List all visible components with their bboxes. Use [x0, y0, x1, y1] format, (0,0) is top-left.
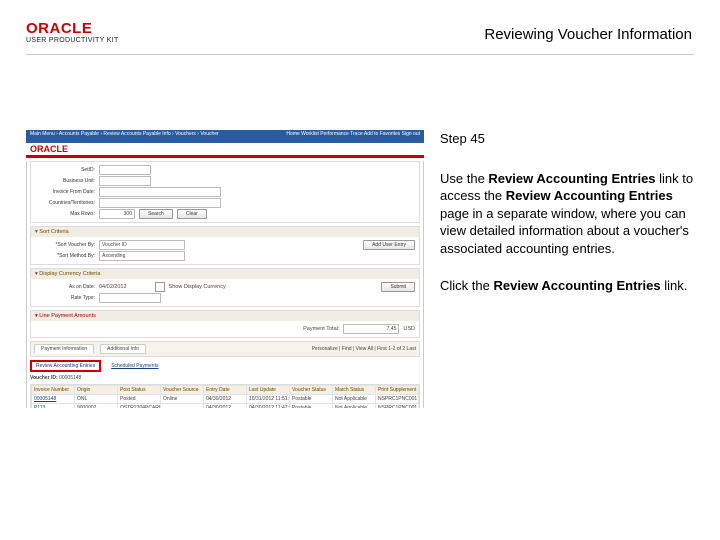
show-display-currency-checkbox[interactable]: [155, 282, 165, 292]
p1-text-a: Use the: [440, 171, 488, 186]
label-rate-type: Rate Type:: [35, 295, 95, 301]
voucher-id-value: 00005148: [59, 375, 81, 381]
cell-last-update: 10/31/2012 11:51:17AM: [247, 395, 290, 404]
line-payment-header[interactable]: ▾ Line Payment Amounts: [31, 311, 419, 321]
label-sort-method: *Sort Method By:: [35, 253, 95, 259]
max-rows-input[interactable]: 300: [99, 209, 135, 219]
tab-additional-info[interactable]: Additional Info: [100, 344, 146, 354]
label-countries: Countries/Territories:: [35, 200, 95, 206]
grid-nav[interactable]: Personalize | Find | View All | First 1-…: [312, 346, 416, 352]
col-voucher-source: Voucher Source: [161, 386, 204, 395]
top-links: Home Worklist Performance Trace Add to F…: [286, 131, 420, 137]
label-invoice-from: Invoice From Date:: [35, 189, 95, 195]
as-on-date-val: 04/02/2012: [99, 284, 127, 290]
cell-voucher-status: Postable: [290, 395, 333, 404]
display-currency-section: ▾ Display Currency Criteria As on Date: …: [30, 268, 420, 307]
payment-total-currency: USD: [403, 326, 415, 332]
cell-entry-date: 04/30/2012: [204, 404, 247, 409]
display-currency-header[interactable]: ▾ Display Currency Criteria: [31, 269, 419, 279]
col-entry-date: Entry Date: [204, 386, 247, 395]
label-payment-total: Payment Total:: [303, 326, 339, 332]
cell-match-status: Not Applicable: [333, 404, 376, 409]
cell-source: Online: [161, 395, 204, 404]
voucher-id-row: Voucher ID: 00005148: [30, 375, 420, 381]
table-row[interactable]: 00005148 ONL Posted Online 04/30/2012 10…: [32, 395, 419, 404]
col-voucher-status: Voucher Status: [290, 386, 333, 395]
add-user-entry-button[interactable]: Add User Entry: [363, 240, 415, 250]
breadcrumb: Main Menu › Accounts Payable › Review Ac…: [30, 131, 219, 137]
review-accounting-entries-link[interactable]: Review Accounting Entries: [30, 360, 101, 372]
oracle-brand: ORACLE USER PRODUCTIVITY KIT: [26, 20, 119, 44]
brand-sub: USER PRODUCTIVITY KIT: [26, 37, 119, 44]
sort-criteria-section: ▾ Sort Criteria *Sort Voucher By: Vouche…: [30, 226, 420, 265]
business-unit-input[interactable]: [99, 176, 151, 186]
line-payment-section: ▾ Line Payment Amounts Payment Total: 7.…: [30, 310, 420, 338]
cell-voucher-status: Postable: [290, 404, 333, 409]
app-screenshot: Main Menu › Accounts Payable › Review Ac…: [26, 130, 424, 408]
cell-invoice[interactable]: 00005148: [32, 395, 75, 404]
sort-method-select[interactable]: Ascending: [99, 251, 185, 261]
cell-post-status: OSTR2304PCARD: [118, 404, 161, 409]
instructions-column: Step 45 Use the Review Accounting Entrie…: [440, 130, 696, 315]
scheduled-payments-link[interactable]: Scheduled Payments: [111, 363, 158, 369]
col-match-status: Match Status: [333, 386, 376, 395]
oracle-bar: ORACLE: [26, 143, 424, 155]
tab-payment-info[interactable]: Payment Information: [34, 344, 94, 354]
label-setid: SetID:: [35, 167, 95, 173]
sort-by-select[interactable]: Voucher ID: [99, 240, 185, 250]
col-print-supplement: Print Supplement: [376, 386, 419, 395]
label-voucher-id: Voucher ID:: [30, 375, 58, 381]
submit-button[interactable]: Submit: [381, 282, 415, 292]
payment-total-val: 7.45: [343, 324, 399, 334]
sort-criteria-header[interactable]: ▾ Sort Criteria: [31, 227, 419, 237]
cell-origin: ONL: [75, 395, 118, 404]
brand-main: ORACLE: [26, 20, 119, 37]
col-post-status: Post Status: [118, 386, 161, 395]
cell-entry-date: 04/30/2012: [204, 395, 247, 404]
col-origin: Origin: [75, 386, 118, 395]
label-max-rows: Max Rows:: [35, 211, 95, 217]
clear-button[interactable]: Clear: [177, 209, 207, 219]
p2-text-c: link.: [661, 278, 688, 293]
search-criteria-section: SetID: Business Unit: Invoice From Date:…: [30, 161, 420, 223]
red-separator-bar: [26, 155, 424, 158]
page-title: Reviewing Voucher Information: [484, 26, 692, 43]
cell-origin: 9000002: [75, 404, 118, 409]
p2-bold-b: Review Accounting Entries: [493, 278, 660, 293]
label-business-unit: Business Unit:: [35, 178, 95, 184]
tabs-row: Payment Information Additional Info Pers…: [30, 341, 420, 357]
countries-input[interactable]: [99, 198, 221, 208]
cell-print-supp: NSPRC1PNC001: [376, 404, 419, 409]
rate-type-input[interactable]: [99, 293, 161, 303]
instruction-paragraph-1: Use the Review Accounting Entries link t…: [440, 170, 696, 258]
label-show-display-currency: Show Display Currency: [169, 284, 226, 290]
search-button[interactable]: Search: [139, 209, 173, 219]
label-sort-by: *Sort Voucher By:: [35, 242, 95, 248]
cell-post-status: Posted: [118, 395, 161, 404]
table-row[interactable]: P113 9000002 OSTR2304PCARD 04/30/2012 04…: [32, 404, 419, 409]
p1-bold-d: Review Accounting Entries: [506, 188, 673, 203]
voucher-grid: Invoice Number Origin Post Status Vouche…: [30, 384, 420, 408]
p1-text-e: page in a separate window, where you can…: [440, 206, 689, 256]
cell-source: [161, 404, 204, 409]
cell-invoice[interactable]: P113: [32, 404, 75, 409]
invoice-from-input[interactable]: [99, 187, 221, 197]
p2-text-a: Click the: [440, 278, 493, 293]
cell-print-supp: NSPRC1PNC001: [376, 395, 419, 404]
header-rule: [26, 54, 694, 55]
p1-bold-b: Review Accounting Entries: [488, 171, 655, 186]
doc-header: ORACLE USER PRODUCTIVITY KIT Reviewing V…: [0, 16, 720, 64]
screenshot-body: SetID: Business Unit: Invoice From Date:…: [26, 161, 424, 408]
instruction-paragraph-2: Click the Review Accounting Entries link…: [440, 277, 696, 295]
cell-match-status: Not Applicable: [333, 395, 376, 404]
table-header-row: Invoice Number Origin Post Status Vouche…: [32, 386, 419, 395]
cell-last-update: 04/30/2012 11:47:41AM: [247, 404, 290, 409]
col-invoice-number: Invoice Number: [32, 386, 75, 395]
step-number: Step 45: [440, 130, 696, 148]
breadcrumb-bar: Main Menu › Accounts Payable › Review Ac…: [26, 130, 424, 143]
voucher-link-row: Review Accounting Entries Scheduled Paym…: [30, 360, 420, 372]
setid-input[interactable]: [99, 165, 151, 175]
col-last-update: Last Update: [247, 386, 290, 395]
label-as-on-date: As on Date:: [35, 284, 95, 290]
